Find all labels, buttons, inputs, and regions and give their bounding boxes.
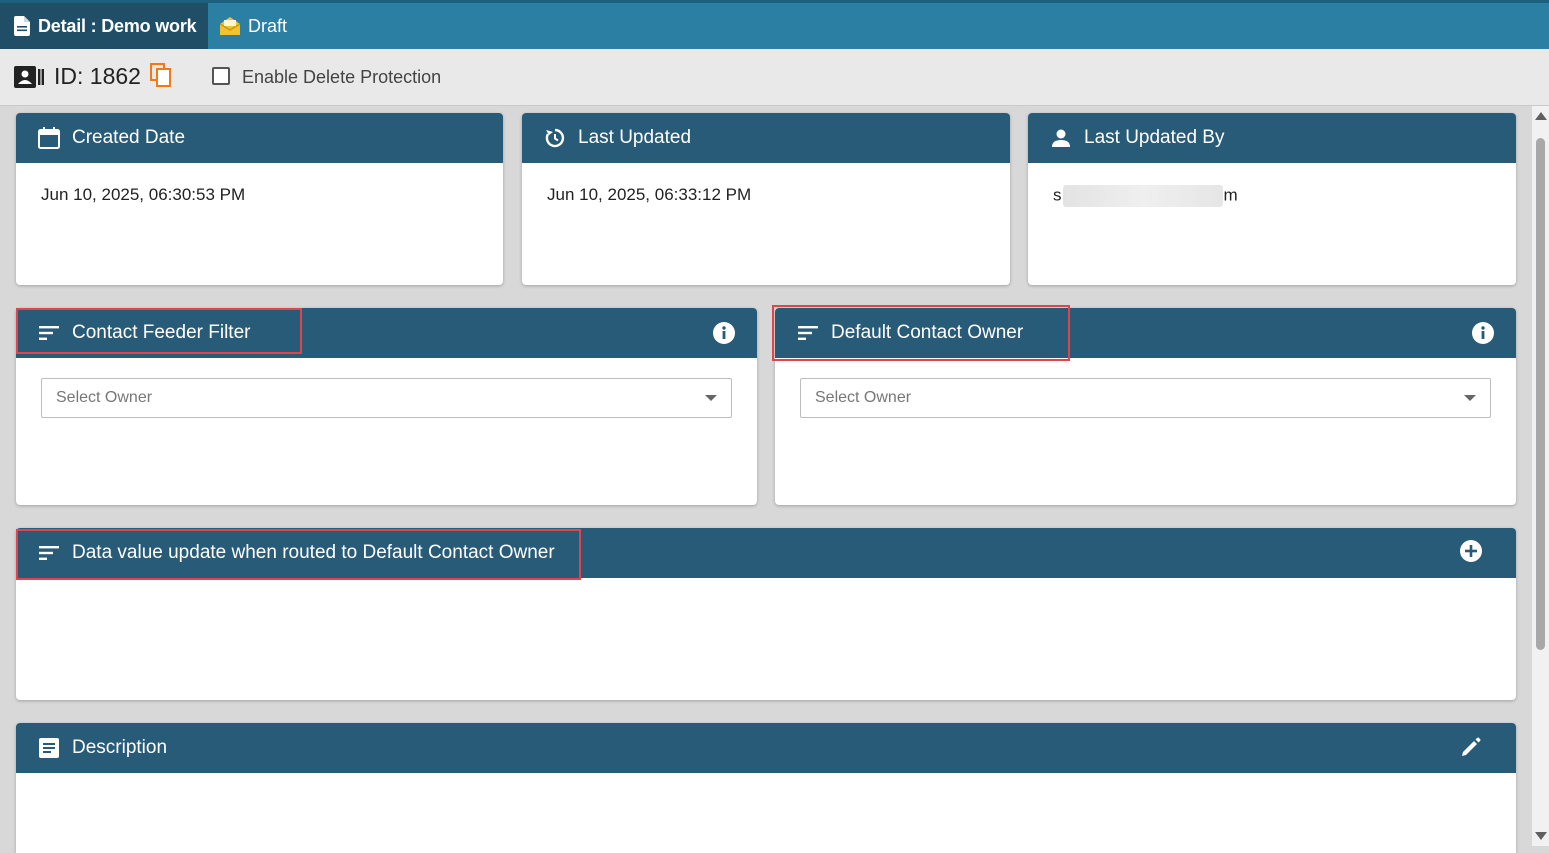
document-icon bbox=[14, 16, 30, 36]
tab-bar: Detail : Demo work Draft bbox=[0, 0, 1549, 49]
last-updated-card: Last Updated Jun 10, 2025, 06:33:12 PM bbox=[522, 113, 1010, 285]
sort-lines-icon bbox=[797, 322, 819, 344]
record-id-bar: ID: 1862 Enable Delete Protection bbox=[0, 49, 1549, 106]
default-owner-placeholder: Select Owner bbox=[815, 389, 912, 406]
default-contact-owner-header: Default Contact Owner bbox=[775, 308, 1516, 358]
scrollbar[interactable] bbox=[1532, 106, 1549, 846]
feeder-filter-owner-select[interactable]: Select Owner bbox=[41, 378, 732, 418]
tab-detail[interactable]: Detail : Demo work bbox=[0, 3, 208, 49]
delete-protection-label[interactable]: Enable Delete Protection bbox=[242, 67, 441, 88]
description-header: Description bbox=[16, 723, 1516, 773]
chevron-down-icon bbox=[705, 395, 717, 401]
created-date-card: Created Date Jun 10, 2025, 06:30:53 PM bbox=[16, 113, 503, 285]
description-card: Description bbox=[16, 723, 1516, 853]
user-email-end: m bbox=[1223, 185, 1238, 205]
sort-lines-icon bbox=[38, 542, 60, 564]
note-icon bbox=[38, 737, 60, 759]
data-value-update-header: Data value update when routed to Default… bbox=[16, 528, 1516, 578]
created-date-value: Jun 10, 2025, 06:30:53 PM bbox=[41, 185, 246, 204]
last-updated-header: Last Updated bbox=[522, 113, 1010, 163]
record-id: ID: 1862 bbox=[54, 63, 141, 89]
user-email-start: s bbox=[1053, 185, 1062, 205]
info-icon[interactable] bbox=[1472, 322, 1494, 344]
envelope-open-icon bbox=[220, 17, 240, 35]
scroll-down-arrow-icon[interactable] bbox=[1535, 832, 1547, 840]
plus-circle-icon[interactable] bbox=[1460, 540, 1482, 562]
default-owner-select[interactable]: Select Owner bbox=[800, 378, 1491, 418]
created-date-header: Created Date bbox=[16, 113, 503, 163]
sort-lines-icon bbox=[38, 322, 60, 344]
last-updated-by-title: Last Updated By bbox=[1084, 127, 1225, 148]
tab-detail-label: Detail : Demo work bbox=[38, 15, 197, 36]
contact-feeder-filter-header: Contact Feeder Filter bbox=[16, 308, 757, 358]
data-value-update-card: Data value update when routed to Default… bbox=[16, 528, 1516, 700]
contact-feeder-filter-title: Contact Feeder Filter bbox=[72, 322, 251, 343]
history-icon bbox=[544, 127, 566, 149]
feeder-filter-owner-placeholder: Select Owner bbox=[56, 389, 153, 406]
default-contact-owner-card: Default Contact Owner Select Owner bbox=[775, 308, 1516, 505]
pencil-icon[interactable] bbox=[1460, 736, 1482, 758]
data-value-update-title: Data value update when routed to Default… bbox=[72, 542, 555, 563]
description-title: Description bbox=[72, 737, 168, 758]
redacted-email bbox=[1062, 185, 1223, 207]
created-date-title: Created Date bbox=[72, 127, 186, 148]
scrollbar-thumb[interactable] bbox=[1536, 138, 1545, 650]
info-icon[interactable] bbox=[713, 322, 735, 344]
default-contact-owner-title: Default Contact Owner bbox=[831, 322, 1024, 343]
id-card-icon bbox=[14, 66, 44, 88]
last-updated-by-value: sm bbox=[1028, 163, 1516, 229]
tab-draft-label: Draft bbox=[248, 15, 288, 36]
tab-draft[interactable]: Draft bbox=[208, 3, 287, 49]
contact-feeder-filter-card: Contact Feeder Filter Select Owner bbox=[16, 308, 757, 505]
last-updated-value: Jun 10, 2025, 06:33:12 PM bbox=[547, 185, 752, 204]
delete-protection-checkbox[interactable] bbox=[212, 67, 230, 85]
calendar-icon bbox=[38, 127, 60, 149]
scroll-up-arrow-icon[interactable] bbox=[1535, 112, 1547, 120]
last-updated-by-header: Last Updated By bbox=[1028, 113, 1516, 163]
user-icon bbox=[1050, 127, 1072, 149]
last-updated-title: Last Updated bbox=[578, 127, 692, 148]
copy-icon[interactable] bbox=[150, 63, 172, 87]
last-updated-by-card: Last Updated By sm bbox=[1028, 113, 1516, 285]
chevron-down-icon bbox=[1464, 395, 1476, 401]
